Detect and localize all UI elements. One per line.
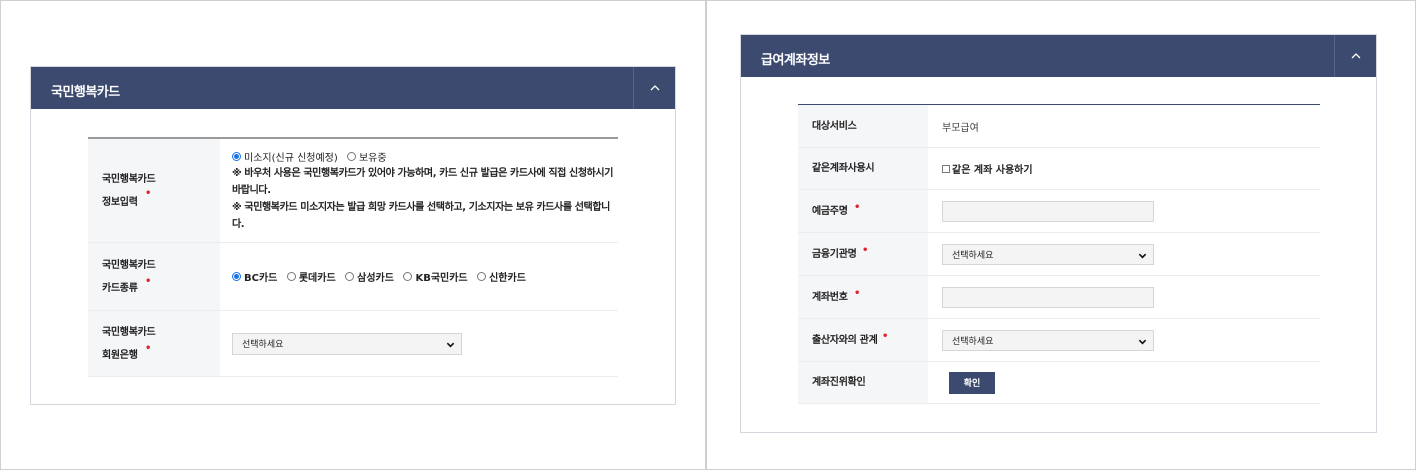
radio-dot bbox=[345, 272, 355, 281]
verify-account-button[interactable]: 확인 bbox=[949, 371, 995, 394]
notice-text: ※ 바우처 사용은 국민행복카드가 있어야 가능하며, 카드 신규 발급은 카드… bbox=[232, 165, 618, 233]
row-label: 계좌번호 • bbox=[798, 276, 928, 318]
label-text: 예금주명 bbox=[812, 205, 848, 217]
table-row: 같은계좌사용시 같은 계좌 사용하기 bbox=[798, 148, 1320, 190]
account-info-table: 대상서비스 부모급여 같은계좌사용시 같은 계좌 사용하기 예금주명 • 금융기… bbox=[798, 104, 1320, 404]
row-label: 국민행복카드 카드종류 • bbox=[88, 243, 220, 310]
bank-select[interactable]: 선택하세요 bbox=[942, 243, 1154, 265]
radio-label: 롯데카드 bbox=[298, 273, 336, 284]
radio-label: KB국민카드 bbox=[415, 273, 468, 284]
radio-dot bbox=[286, 272, 296, 281]
required-mark: • bbox=[145, 276, 152, 287]
card-type-radio-group: BC카드 롯데카드 삼성카드 KB국민카드 신한카드 bbox=[232, 269, 618, 284]
collapse-toggle-button[interactable] bbox=[633, 67, 675, 109]
radio-label: 삼성카드 bbox=[357, 273, 394, 284]
chevron-down-icon bbox=[1138, 253, 1147, 258]
notice-line: 다. bbox=[232, 218, 245, 230]
table-row: 예금주명 • bbox=[798, 190, 1320, 233]
row-value: 선택하세요 bbox=[928, 233, 1320, 275]
radio-owned[interactable]: 보유중 bbox=[346, 149, 387, 164]
radio-dot bbox=[346, 151, 356, 161]
relation-select[interactable]: 선택하세요 bbox=[942, 329, 1154, 351]
depositor-name-input[interactable] bbox=[942, 200, 1154, 222]
row-label: 계좌진위확인 bbox=[798, 362, 928, 403]
chevron-up-icon bbox=[650, 85, 659, 91]
table-row: 국민행복카드 카드종류 • BC카드 롯데카드 삼성카드 KB국민카드 신한카드 bbox=[88, 243, 618, 311]
radio-not-owned[interactable]: 미소지(신규 신청예정) bbox=[232, 149, 338, 164]
row-value: 미소지(신규 신청예정) 보유중 ※ 바우처 사용은 국민행복카드가 있어야 가… bbox=[220, 139, 618, 242]
row-label: 출산자와의 관계 • bbox=[798, 319, 928, 361]
member-bank-select[interactable]: 선택하세요 bbox=[232, 332, 462, 355]
table-row: 출산자와의 관계 • 선택하세요 bbox=[798, 319, 1320, 362]
radio-bc-card[interactable]: BC카드 bbox=[232, 269, 277, 284]
row-label: 예금주명 • bbox=[798, 190, 928, 232]
row-value: BC카드 롯데카드 삼성카드 KB국민카드 신한카드 bbox=[220, 243, 618, 310]
row-value: 같은 계좌 사용하기 bbox=[928, 148, 1320, 189]
checkbox-label: 같은 계좌 사용하기 bbox=[952, 165, 1033, 176]
radio-dot bbox=[403, 272, 413, 281]
chevron-down-icon bbox=[446, 342, 455, 347]
notice-line: ※ 국민행복카드 미소지자는 발급 희망 카드사를 선택하고, 기소지자는 보유… bbox=[232, 201, 610, 213]
radio-label: 보유중 bbox=[358, 152, 387, 164]
table-row: 계좌번호 • bbox=[798, 276, 1320, 319]
required-mark: • bbox=[854, 288, 861, 299]
panel-header: 국민행복카드 bbox=[31, 67, 675, 109]
select-value: 선택하세요 bbox=[242, 340, 284, 350]
label-text: 계좌번호 bbox=[812, 291, 848, 303]
service-value: 부모급여 bbox=[942, 122, 979, 134]
radio-label: 미소지(신규 신청예정) bbox=[244, 152, 338, 164]
card-info-table: 국민행복카드 정보입력 • 미소지(신규 신청예정) 보유중 ※ 바우처 사용은… bbox=[88, 137, 618, 377]
row-value bbox=[928, 276, 1320, 318]
chevron-up-icon bbox=[1351, 53, 1360, 59]
chevron-down-icon bbox=[1138, 339, 1147, 344]
table-row: 대상서비스 부모급여 bbox=[798, 105, 1320, 148]
row-label: 같은계좌사용시 bbox=[798, 148, 928, 189]
radio-kb-card[interactable]: KB국민카드 bbox=[403, 269, 468, 284]
radio-label: BC카드 bbox=[244, 273, 278, 284]
label-text: 금융기관명 bbox=[812, 248, 857, 260]
same-account-checkbox[interactable]: 같은 계좌 사용하기 bbox=[942, 161, 1320, 176]
required-mark: • bbox=[145, 343, 152, 354]
panel-header: 급여계좌정보 bbox=[741, 35, 1376, 77]
required-mark: • bbox=[145, 188, 152, 199]
required-mark: • bbox=[854, 202, 861, 213]
row-value: 선택하세요 bbox=[220, 311, 618, 376]
table-row: 금융기관명 • 선택하세요 bbox=[798, 233, 1320, 276]
table-row: 국민행복카드 정보입력 • 미소지(신규 신청예정) 보유중 ※ 바우처 사용은… bbox=[88, 139, 618, 243]
radio-samsung-card[interactable]: 삼성카드 bbox=[345, 269, 394, 284]
happy-card-panel: 국민행복카드 국민행복카드 정보입력 • 미소지(신규 신청예정) 보유중 ※ … bbox=[30, 66, 676, 405]
radio-dot bbox=[232, 272, 241, 281]
radio-dot bbox=[232, 151, 241, 161]
checkbox-box bbox=[942, 164, 950, 173]
notice-line: ※ 바우처 사용은 국민행복카드가 있어야 가능하며, 카드 신규 발급은 카드… bbox=[232, 167, 614, 179]
row-label: 대상서비스 bbox=[798, 105, 928, 147]
required-mark: • bbox=[882, 331, 889, 342]
radio-dot bbox=[477, 272, 487, 281]
collapse-toggle-button[interactable] bbox=[1334, 35, 1376, 77]
notice-line: 바랍니다. bbox=[232, 184, 271, 196]
select-value: 선택하세요 bbox=[952, 336, 994, 347]
account-number-input[interactable] bbox=[942, 286, 1154, 308]
row-label: 금융기관명 • bbox=[798, 233, 928, 275]
table-row: 국민행복카드 회원은행 • 선택하세요 bbox=[88, 311, 618, 377]
row-value: 부모급여 bbox=[928, 105, 1320, 147]
required-mark: • bbox=[862, 245, 869, 256]
radio-label: 신한카드 bbox=[489, 273, 526, 284]
select-value: 선택하세요 bbox=[952, 250, 994, 261]
panel-title: 급여계좌정보 bbox=[761, 53, 830, 68]
radio-shinhan-card[interactable]: 신한카드 bbox=[477, 269, 526, 284]
row-value bbox=[928, 190, 1320, 232]
row-value: 확인 bbox=[928, 362, 1320, 403]
row-value: 선택하세요 bbox=[928, 319, 1320, 361]
radio-lotte-card[interactable]: 롯데카드 bbox=[286, 269, 336, 284]
row-label: 국민행복카드 정보입력 • bbox=[88, 139, 220, 242]
possession-radio-group: 미소지(신규 신청예정) 보유중 bbox=[232, 149, 618, 164]
label-text: 출산자와의 관계 bbox=[812, 334, 878, 346]
table-row: 계좌진위확인 확인 bbox=[798, 362, 1320, 404]
row-label: 국민행복카드 회원은행 • bbox=[88, 311, 220, 376]
panel-title: 국민행복카드 bbox=[51, 85, 120, 100]
payment-account-panel: 급여계좌정보 대상서비스 부모급여 같은계좌사용시 같은 계좌 사용하기 예금주… bbox=[740, 34, 1377, 433]
